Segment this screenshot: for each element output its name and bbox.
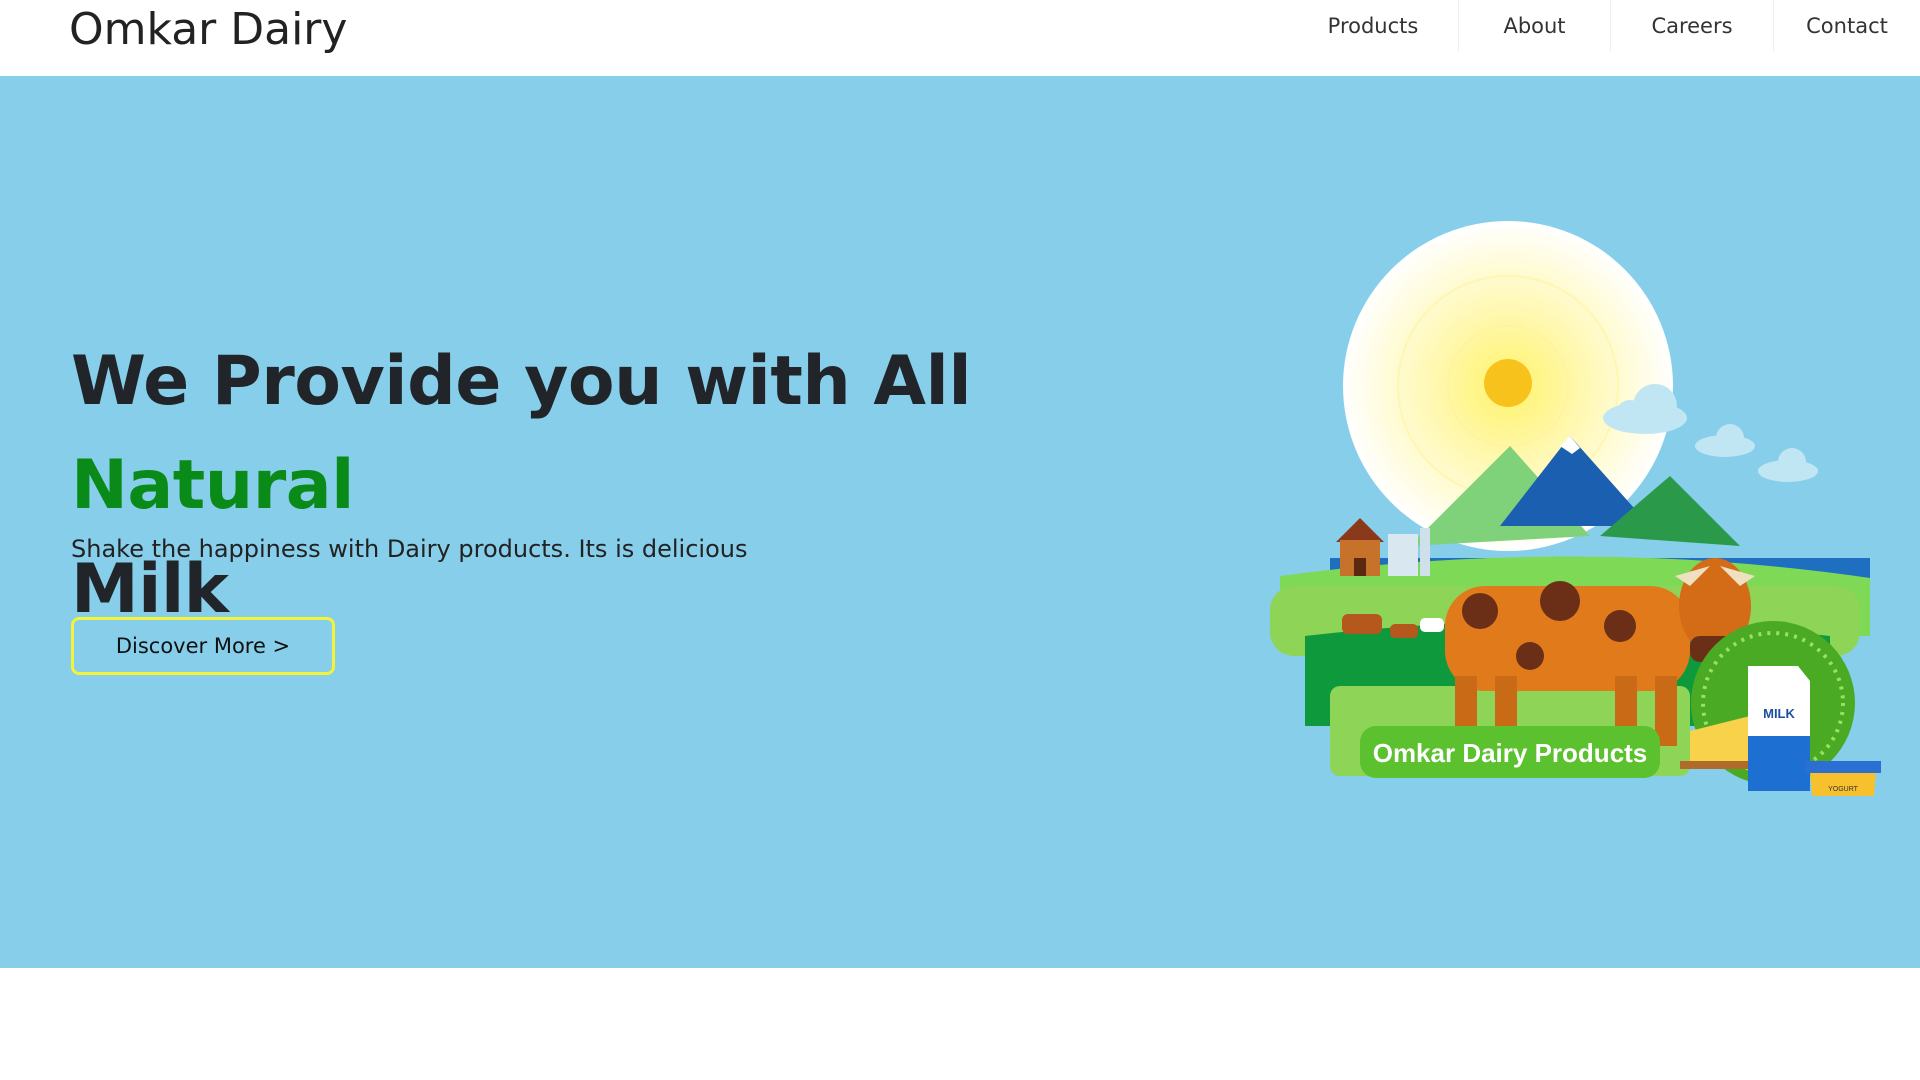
dairy-farm-illustration: Omkar Dairy Products MILK YOGURT — [1270, 221, 1881, 796]
nav-link-about[interactable]: About — [1459, 0, 1611, 52]
nav-link-contact[interactable]: Contact — [1774, 0, 1920, 52]
headline-text: We Provide you with All — [71, 342, 972, 421]
discover-more-button[interactable]: Discover More > — [71, 617, 335, 675]
nav-link-products[interactable]: Products — [1288, 0, 1459, 52]
headline-accent-word: Natural — [71, 446, 354, 525]
svg-text:YOGURT: YOGURT — [1828, 786, 1859, 793]
hero-headline: We Provide you with All Natural Milk — [71, 330, 1231, 642]
navbar: Omkar Dairy Products About Careers Conta… — [0, 0, 1920, 76]
hero-subtext: Shake the happiness with Dairy products.… — [71, 535, 748, 563]
svg-text:MILK: MILK — [1763, 706, 1795, 721]
banner-text: Omkar Dairy Products — [1373, 738, 1648, 768]
nav-link-careers[interactable]: Careers — [1611, 0, 1774, 52]
milk-carton: MILK — [1748, 666, 1810, 791]
nav-links: Products About Careers Contact — [1288, 0, 1920, 76]
brand-logo-text[interactable]: Omkar Dairy — [69, 4, 347, 56]
sun — [1484, 359, 1532, 407]
hero-section: We Provide you with All Natural Milk Shak… — [0, 76, 1920, 968]
yogurt-cup: YOGURT — [1805, 761, 1881, 796]
